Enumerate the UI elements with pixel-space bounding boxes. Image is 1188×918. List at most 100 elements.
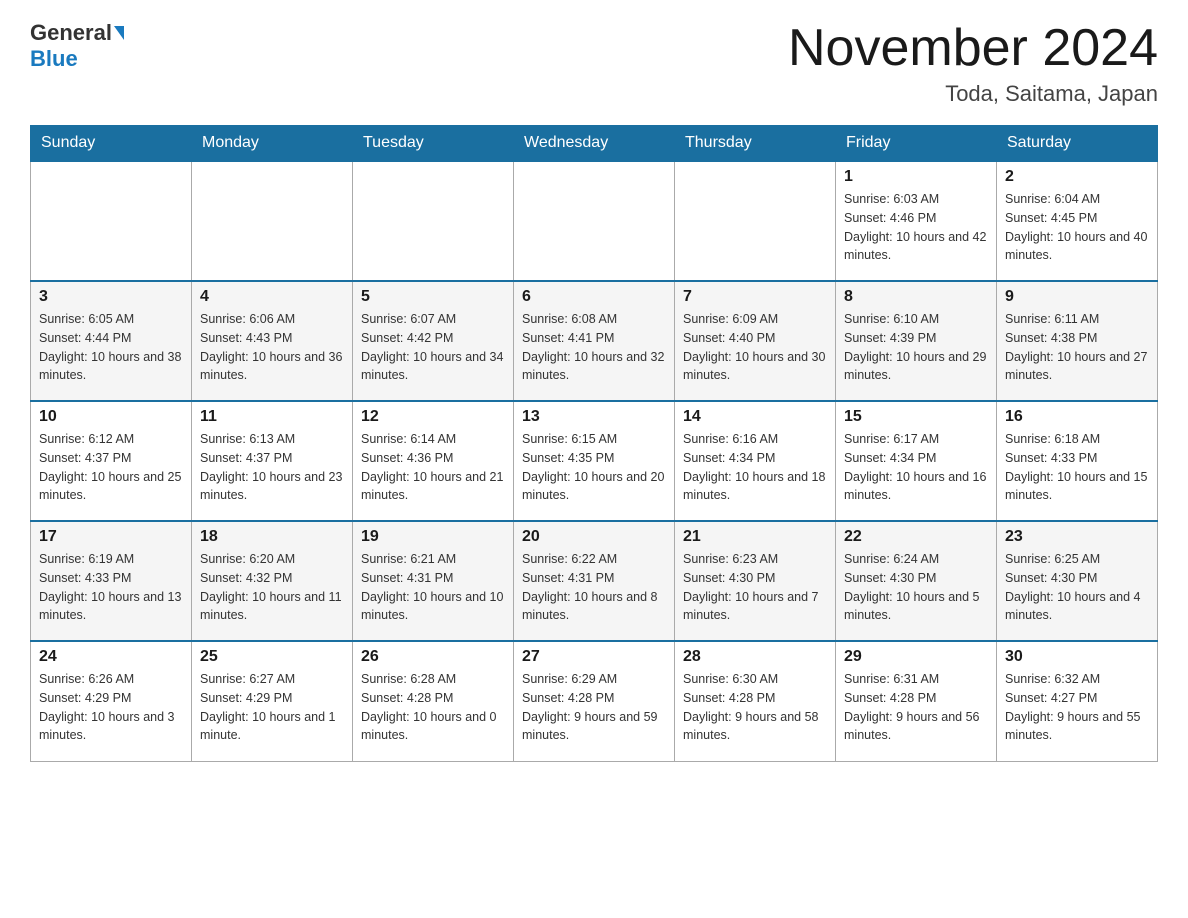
day-number: 9 [1005, 288, 1149, 306]
calendar-cell [192, 161, 353, 281]
header-thursday: Thursday [675, 126, 836, 162]
calendar-cell: 22 Sunrise: 6:24 AMSunset: 4:30 PMDaylig… [836, 521, 997, 641]
calendar-cell: 21 Sunrise: 6:23 AMSunset: 4:30 PMDaylig… [675, 521, 836, 641]
day-info: Sunrise: 6:04 AMSunset: 4:45 PMDaylight:… [1005, 190, 1149, 265]
day-info: Sunrise: 6:03 AMSunset: 4:46 PMDaylight:… [844, 190, 988, 265]
calendar-week-row: 1 Sunrise: 6:03 AMSunset: 4:46 PMDayligh… [31, 161, 1158, 281]
calendar-cell: 28 Sunrise: 6:30 AMSunset: 4:28 PMDaylig… [675, 641, 836, 761]
logo-blue: Blue [30, 46, 78, 71]
day-info: Sunrise: 6:30 AMSunset: 4:28 PMDaylight:… [683, 670, 827, 745]
day-number: 27 [522, 648, 666, 666]
day-number: 18 [200, 528, 344, 546]
day-info: Sunrise: 6:23 AMSunset: 4:30 PMDaylight:… [683, 550, 827, 625]
calendar-cell: 20 Sunrise: 6:22 AMSunset: 4:31 PMDaylig… [514, 521, 675, 641]
day-info: Sunrise: 6:27 AMSunset: 4:29 PMDaylight:… [200, 670, 344, 745]
day-number: 2 [1005, 168, 1149, 186]
calendar-cell: 12 Sunrise: 6:14 AMSunset: 4:36 PMDaylig… [353, 401, 514, 521]
day-number: 30 [1005, 648, 1149, 666]
calendar-cell [31, 161, 192, 281]
day-number: 4 [200, 288, 344, 306]
day-number: 1 [844, 168, 988, 186]
calendar-week-row: 17 Sunrise: 6:19 AMSunset: 4:33 PMDaylig… [31, 521, 1158, 641]
day-info: Sunrise: 6:06 AMSunset: 4:43 PMDaylight:… [200, 310, 344, 385]
day-info: Sunrise: 6:14 AMSunset: 4:36 PMDaylight:… [361, 430, 505, 505]
day-number: 16 [1005, 408, 1149, 426]
day-info: Sunrise: 6:08 AMSunset: 4:41 PMDaylight:… [522, 310, 666, 385]
day-info: Sunrise: 6:18 AMSunset: 4:33 PMDaylight:… [1005, 430, 1149, 505]
day-number: 11 [200, 408, 344, 426]
day-info: Sunrise: 6:07 AMSunset: 4:42 PMDaylight:… [361, 310, 505, 385]
calendar-cell: 11 Sunrise: 6:13 AMSunset: 4:37 PMDaylig… [192, 401, 353, 521]
day-number: 12 [361, 408, 505, 426]
calendar-cell: 1 Sunrise: 6:03 AMSunset: 4:46 PMDayligh… [836, 161, 997, 281]
day-info: Sunrise: 6:17 AMSunset: 4:34 PMDaylight:… [844, 430, 988, 505]
calendar-cell: 23 Sunrise: 6:25 AMSunset: 4:30 PMDaylig… [997, 521, 1158, 641]
month-title: November 2024 [788, 20, 1158, 77]
calendar-cell [514, 161, 675, 281]
day-number: 15 [844, 408, 988, 426]
logo: General Blue [30, 20, 124, 72]
calendar-cell: 8 Sunrise: 6:10 AMSunset: 4:39 PMDayligh… [836, 281, 997, 401]
day-info: Sunrise: 6:26 AMSunset: 4:29 PMDaylight:… [39, 670, 183, 745]
day-info: Sunrise: 6:10 AMSunset: 4:39 PMDaylight:… [844, 310, 988, 385]
day-info: Sunrise: 6:15 AMSunset: 4:35 PMDaylight:… [522, 430, 666, 505]
day-number: 25 [200, 648, 344, 666]
day-info: Sunrise: 6:32 AMSunset: 4:27 PMDaylight:… [1005, 670, 1149, 745]
calendar-cell: 27 Sunrise: 6:29 AMSunset: 4:28 PMDaylig… [514, 641, 675, 761]
calendar-cell: 15 Sunrise: 6:17 AMSunset: 4:34 PMDaylig… [836, 401, 997, 521]
calendar-cell: 6 Sunrise: 6:08 AMSunset: 4:41 PMDayligh… [514, 281, 675, 401]
calendar-cell: 13 Sunrise: 6:15 AMSunset: 4:35 PMDaylig… [514, 401, 675, 521]
day-number: 19 [361, 528, 505, 546]
day-info: Sunrise: 6:11 AMSunset: 4:38 PMDaylight:… [1005, 310, 1149, 385]
calendar-week-row: 24 Sunrise: 6:26 AMSunset: 4:29 PMDaylig… [31, 641, 1158, 761]
calendar-cell: 16 Sunrise: 6:18 AMSunset: 4:33 PMDaylig… [997, 401, 1158, 521]
day-info: Sunrise: 6:12 AMSunset: 4:37 PMDaylight:… [39, 430, 183, 505]
calendar-cell: 3 Sunrise: 6:05 AMSunset: 4:44 PMDayligh… [31, 281, 192, 401]
day-info: Sunrise: 6:09 AMSunset: 4:40 PMDaylight:… [683, 310, 827, 385]
logo-triangle-icon [114, 26, 124, 40]
header-monday: Monday [192, 126, 353, 162]
calendar-cell: 4 Sunrise: 6:06 AMSunset: 4:43 PMDayligh… [192, 281, 353, 401]
calendar-table: Sunday Monday Tuesday Wednesday Thursday… [30, 125, 1158, 762]
calendar-cell: 18 Sunrise: 6:20 AMSunset: 4:32 PMDaylig… [192, 521, 353, 641]
day-number: 22 [844, 528, 988, 546]
calendar-week-row: 3 Sunrise: 6:05 AMSunset: 4:44 PMDayligh… [31, 281, 1158, 401]
day-number: 29 [844, 648, 988, 666]
day-info: Sunrise: 6:21 AMSunset: 4:31 PMDaylight:… [361, 550, 505, 625]
location-title: Toda, Saitama, Japan [788, 81, 1158, 107]
day-number: 21 [683, 528, 827, 546]
day-info: Sunrise: 6:22 AMSunset: 4:31 PMDaylight:… [522, 550, 666, 625]
calendar-cell: 2 Sunrise: 6:04 AMSunset: 4:45 PMDayligh… [997, 161, 1158, 281]
header-sunday: Sunday [31, 126, 192, 162]
day-info: Sunrise: 6:05 AMSunset: 4:44 PMDaylight:… [39, 310, 183, 385]
title-block: November 2024 Toda, Saitama, Japan [788, 20, 1158, 107]
calendar-cell: 10 Sunrise: 6:12 AMSunset: 4:37 PMDaylig… [31, 401, 192, 521]
calendar-cell: 14 Sunrise: 6:16 AMSunset: 4:34 PMDaylig… [675, 401, 836, 521]
calendar-cell: 9 Sunrise: 6:11 AMSunset: 4:38 PMDayligh… [997, 281, 1158, 401]
day-info: Sunrise: 6:20 AMSunset: 4:32 PMDaylight:… [200, 550, 344, 625]
calendar-cell [353, 161, 514, 281]
day-info: Sunrise: 6:25 AMSunset: 4:30 PMDaylight:… [1005, 550, 1149, 625]
calendar-cell: 26 Sunrise: 6:28 AMSunset: 4:28 PMDaylig… [353, 641, 514, 761]
calendar-cell: 25 Sunrise: 6:27 AMSunset: 4:29 PMDaylig… [192, 641, 353, 761]
day-info: Sunrise: 6:31 AMSunset: 4:28 PMDaylight:… [844, 670, 988, 745]
day-number: 5 [361, 288, 505, 306]
calendar-cell: 19 Sunrise: 6:21 AMSunset: 4:31 PMDaylig… [353, 521, 514, 641]
day-number: 23 [1005, 528, 1149, 546]
header-friday: Friday [836, 126, 997, 162]
day-info: Sunrise: 6:16 AMSunset: 4:34 PMDaylight:… [683, 430, 827, 505]
day-number: 10 [39, 408, 183, 426]
logo-general: General [30, 20, 112, 46]
weekday-header-row: Sunday Monday Tuesday Wednesday Thursday… [31, 126, 1158, 162]
day-number: 3 [39, 288, 183, 306]
day-number: 20 [522, 528, 666, 546]
header-tuesday: Tuesday [353, 126, 514, 162]
calendar-cell: 7 Sunrise: 6:09 AMSunset: 4:40 PMDayligh… [675, 281, 836, 401]
day-info: Sunrise: 6:19 AMSunset: 4:33 PMDaylight:… [39, 550, 183, 625]
calendar-week-row: 10 Sunrise: 6:12 AMSunset: 4:37 PMDaylig… [31, 401, 1158, 521]
day-number: 24 [39, 648, 183, 666]
day-info: Sunrise: 6:24 AMSunset: 4:30 PMDaylight:… [844, 550, 988, 625]
calendar-cell: 30 Sunrise: 6:32 AMSunset: 4:27 PMDaylig… [997, 641, 1158, 761]
day-info: Sunrise: 6:28 AMSunset: 4:28 PMDaylight:… [361, 670, 505, 745]
day-number: 14 [683, 408, 827, 426]
